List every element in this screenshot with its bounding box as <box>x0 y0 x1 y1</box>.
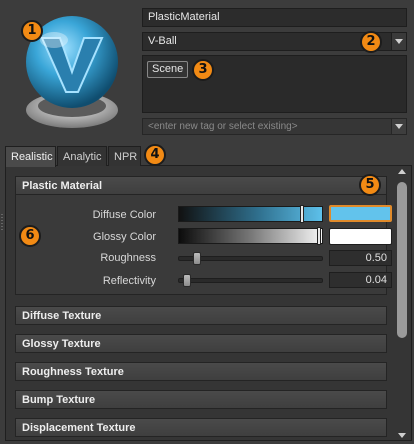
scroll-down-icon[interactable] <box>397 432 407 440</box>
tab-analytic[interactable]: Analytic <box>57 146 107 166</box>
section-header-roughness-texture[interactable]: Roughness Texture <box>15 362 387 381</box>
glossy-color-gradient[interactable] <box>178 227 323 245</box>
tag-input-placeholder: <enter new tag or select existing> <box>148 121 298 132</box>
roughness-label: Roughness <box>100 252 156 264</box>
diffuse-color-label: Diffuse Color <box>92 209 156 221</box>
roughness-slider-knob[interactable] <box>193 252 201 265</box>
callout-badge-6: 6 <box>19 225 41 247</box>
chevron-down-icon <box>395 39 403 44</box>
scene-select-arrow[interactable] <box>391 33 406 50</box>
reflectivity-value-field[interactable]: 0.04 <box>329 272 392 288</box>
callout-badge-1: 1 <box>21 20 43 42</box>
scrollbar-thumb[interactable] <box>397 182 407 338</box>
plastic-material-properties: Diffuse Color Glossy Color Roughness 0.5… <box>15 195 392 295</box>
panel-scrollbar[interactable] <box>395 168 409 440</box>
callout-badge-5: 5 <box>359 174 381 196</box>
reflectivity-slider-knob[interactable] <box>183 274 191 287</box>
reflectivity-slider[interactable] <box>178 274 323 287</box>
callout-badge-2: 2 <box>360 31 382 53</box>
scene-select-value: V-Ball <box>148 35 177 47</box>
section-header-displacement-texture[interactable]: Displacement Texture <box>15 418 387 437</box>
callout-badge-4: 4 <box>144 144 166 166</box>
scroll-up-icon[interactable] <box>397 168 407 176</box>
roughness-value-field[interactable]: 0.50 <box>329 250 392 266</box>
reflectivity-label: Reflectivity <box>102 275 156 287</box>
tags-box[interactable]: Scene <box>142 55 407 113</box>
material-name-field[interactable]: PlasticMaterial <box>142 8 407 27</box>
section-header-bump-texture[interactable]: Bump Texture <box>15 390 387 409</box>
glossy-gradient-marker[interactable] <box>317 227 321 245</box>
tab-npr[interactable]: NPR <box>108 146 141 166</box>
section-header-glossy-texture[interactable]: Glossy Texture <box>15 334 387 353</box>
callout-badge-3: 3 <box>192 59 214 81</box>
tag-chip-scene[interactable]: Scene <box>147 61 189 78</box>
tag-input[interactable]: <enter new tag or select existing> <box>142 118 407 135</box>
side-grip[interactable] <box>1 214 3 230</box>
roughness-slider[interactable] <box>178 252 323 265</box>
diffuse-gradient-marker[interactable] <box>300 205 304 223</box>
diffuse-color-gradient[interactable] <box>178 205 323 223</box>
section-header-plastic-material[interactable]: Plastic Material <box>15 176 387 195</box>
section-header-diffuse-texture[interactable]: Diffuse Texture <box>15 306 387 325</box>
diffuse-color-swatch[interactable] <box>329 205 392 222</box>
chevron-down-icon <box>395 124 403 129</box>
tag-input-arrow[interactable] <box>391 119 406 134</box>
glossy-color-swatch[interactable] <box>329 228 392 245</box>
tab-realistic[interactable]: Realistic <box>5 146 56 167</box>
